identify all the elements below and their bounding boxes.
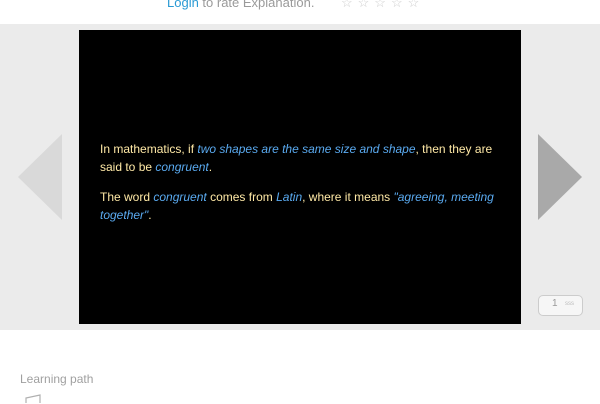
slide-text-span: In mathematics, if (100, 142, 198, 156)
arrow-left-icon[interactable] (18, 134, 62, 220)
explanation-slide: In mathematics, if two shapes are the sa… (79, 30, 521, 324)
slide-viewer: In mathematics, if two shapes are the sa… (0, 24, 600, 330)
slide-text-span: , where it means (302, 190, 394, 204)
slide-highlight: Latin (276, 190, 303, 204)
slide-paragraph-2: The word congruent comes from Latin, whe… (100, 188, 505, 224)
learning-path-icon[interactable] (24, 394, 44, 404)
slide-highlight: congruent (155, 160, 209, 174)
rating-prompt: to rate Explanation. (198, 0, 315, 10)
rating-bar: Login to rate Explanation. ☆☆☆☆☆ (0, 0, 600, 25)
page-secondary: sss (565, 301, 574, 307)
page-number: 1 (552, 298, 558, 309)
slide-highlight: congruent (153, 190, 207, 204)
slide-text: In mathematics, if two shapes are the sa… (100, 140, 505, 236)
slide-text-span: The word (100, 190, 154, 204)
rating-text: Login to rate Explanation. (167, 0, 314, 10)
star-rating-icons[interactable]: ☆☆☆☆☆ (341, 0, 424, 11)
slide-paragraph-1: In mathematics, if two shapes are the sa… (100, 140, 505, 176)
slide-text-span: comes from (206, 190, 277, 204)
slide-text-span: . (208, 160, 213, 174)
learning-path-label: Learning path (20, 372, 94, 386)
slide-highlight: two shapes are the same size and shape (197, 142, 416, 156)
slide-text-span: . (148, 208, 152, 222)
arrow-right-icon[interactable] (538, 134, 582, 220)
page-counter[interactable]: 1 sss (538, 295, 583, 316)
login-link[interactable]: Login (167, 0, 199, 10)
